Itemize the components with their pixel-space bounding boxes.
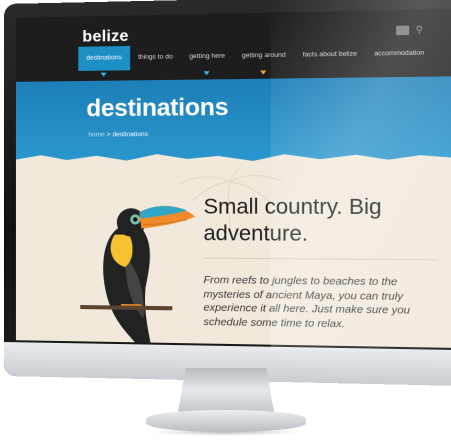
main-nav: destinations things to do getting here g… <box>78 41 433 77</box>
site-logo[interactable]: belize <box>82 28 129 47</box>
nav-label: getting here <box>189 52 226 61</box>
chevron-down-icon <box>260 70 267 75</box>
toucan-illustration <box>80 205 196 348</box>
breadcrumb-home-link[interactable]: home <box>88 131 105 138</box>
breadcrumb-current: destinations <box>112 131 148 139</box>
monitor-stand-base <box>146 410 306 432</box>
page-banner: destinations home > destinations <box>15 76 451 164</box>
nav-destinations[interactable]: destinations <box>78 45 130 77</box>
nav-label: getting around <box>241 51 286 60</box>
language-button[interactable] <box>396 25 410 35</box>
chevron-down-icon <box>100 72 108 77</box>
nav-facts-about-belize[interactable]: facts about belize <box>294 42 365 68</box>
nav-label: things to do <box>138 53 173 62</box>
monitor-stand-neck <box>178 368 274 412</box>
search-icon[interactable]: ⚲ <box>416 24 427 35</box>
header-utilities: ⚲ <box>396 24 427 35</box>
content-divider <box>203 257 439 261</box>
nav-getting-here[interactable]: getting here <box>181 44 233 76</box>
nav-label: facts about belize <box>302 50 357 59</box>
intro-paragraph: From reefs to jungles to beaches to the … <box>203 273 411 330</box>
site-header: belize ⚲ destinations things to do getti… <box>15 8 451 82</box>
nav-getting-around[interactable]: getting around <box>233 43 294 75</box>
nav-label: destinations <box>86 54 122 62</box>
monitor-bezel: belize ⚲ destinations things to do getti… <box>4 0 451 387</box>
monitor-mockup: belize ⚲ destinations things to do getti… <box>0 0 451 440</box>
nav-things-to-do[interactable]: things to do <box>130 45 181 70</box>
nav-label: accommodation <box>374 49 425 58</box>
website-screen: belize ⚲ destinations things to do getti… <box>15 8 451 348</box>
breadcrumb-separator: > <box>104 131 113 139</box>
breadcrumb: home > destinations <box>88 131 148 138</box>
chevron-down-icon <box>203 71 211 76</box>
page-title: destinations <box>86 93 229 123</box>
nav-accommodation[interactable]: accommodation <box>366 41 433 67</box>
headline: Small country. Big adventure. <box>203 195 382 246</box>
